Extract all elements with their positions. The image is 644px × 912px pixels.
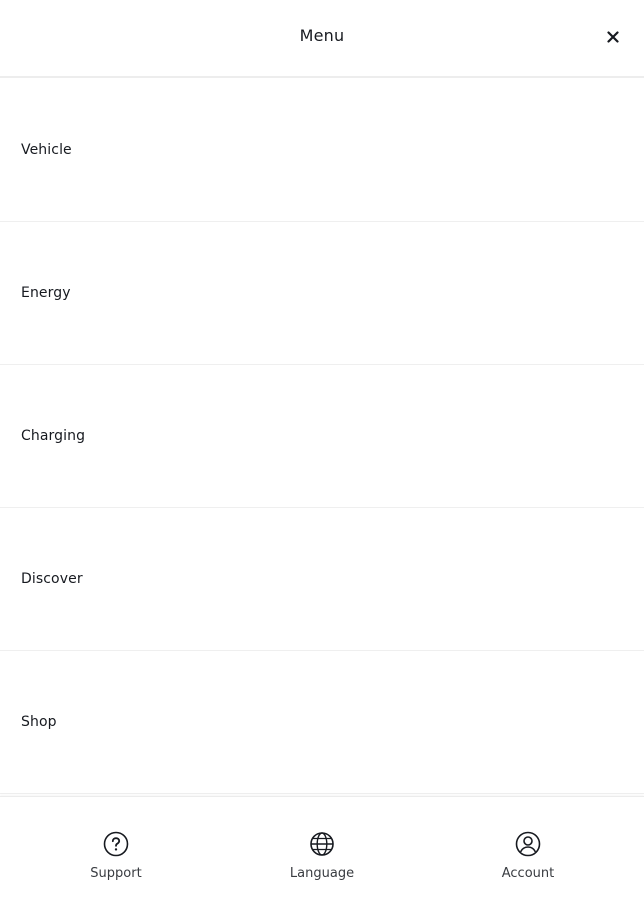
menu-item-label: Vehicle	[21, 141, 72, 158]
menu-item-label: Shop	[21, 714, 57, 730]
menu-item-label: Energy	[21, 285, 71, 301]
close-icon	[607, 31, 619, 43]
language-link[interactable]: Language	[262, 831, 382, 881]
menu-list: Vehicle Energy Charging Discover Shop	[0, 78, 644, 794]
support-label: Support	[90, 866, 142, 881]
page-title: Menu	[299, 26, 345, 45]
account-label: Account	[501, 866, 555, 881]
close-button[interactable]	[602, 26, 624, 48]
menu-header: Menu	[0, 0, 644, 78]
footer-bar: Support Language Account	[0, 796, 644, 912]
menu-page: Menu Vehicle Energy Charging Discover Sh…	[0, 0, 644, 912]
menu-item-vehicle[interactable]: Vehicle	[0, 78, 644, 222]
account-link[interactable]: Account	[468, 831, 588, 881]
user-circle-icon	[515, 831, 541, 857]
menu-item-label: Charging	[21, 428, 86, 444]
menu-item-energy[interactable]: Energy	[0, 222, 644, 365]
menu-item-label: Discover	[21, 571, 83, 587]
menu-item-charging[interactable]: Charging	[0, 365, 644, 508]
menu-item-shop[interactable]: Shop	[0, 651, 644, 794]
question-circle-icon	[103, 831, 129, 857]
menu-item-discover[interactable]: Discover	[0, 508, 644, 651]
language-label: Language	[289, 866, 355, 881]
globe-icon	[310, 832, 334, 856]
support-link[interactable]: Support	[56, 831, 176, 881]
